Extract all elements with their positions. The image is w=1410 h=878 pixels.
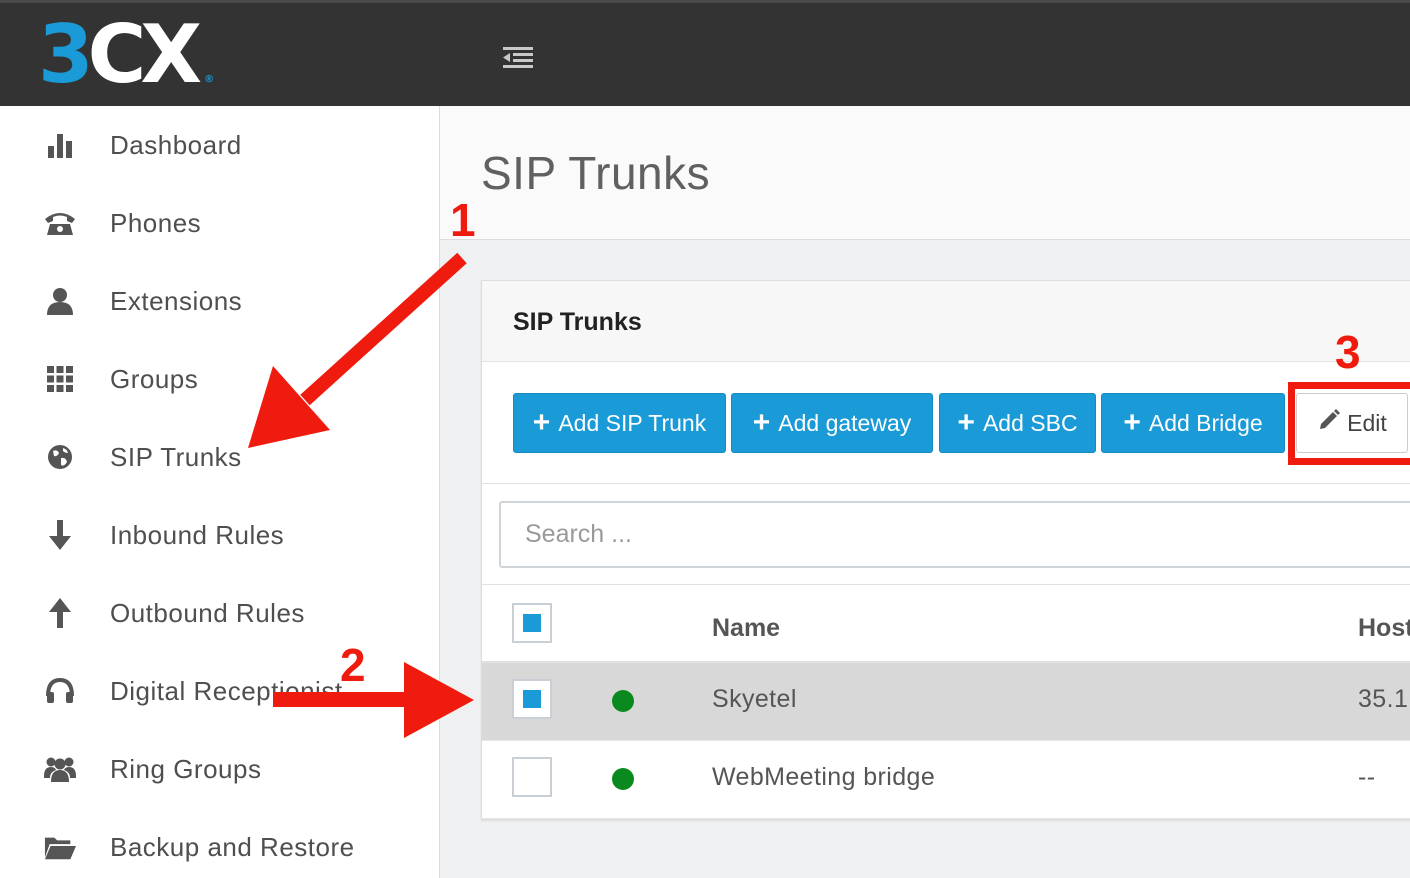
- users-icon: [44, 753, 76, 785]
- sidebar-item-backup-and-restore[interactable]: Backup and Restore: [0, 808, 439, 878]
- plus-icon: +: [752, 406, 771, 439]
- bar-chart-icon: [44, 129, 76, 161]
- sidebar-item-sip-trunks[interactable]: SIP Trunks: [0, 418, 439, 496]
- row-checkbox[interactable]: [512, 757, 552, 797]
- logo-registered-mark: ®: [204, 74, 215, 85]
- globe-icon: [44, 441, 76, 473]
- annotation-label-1: 1: [450, 194, 476, 246]
- plus-icon: +: [1123, 406, 1141, 439]
- add-bridge-button[interactable]: + Add Bridge: [1101, 393, 1285, 453]
- page-header: SIP Trunks: [440, 106, 1410, 240]
- menu-collapse-icon[interactable]: [503, 45, 533, 69]
- panel-title: SIP Trunks: [513, 308, 642, 336]
- column-header-host[interactable]: Host: [1358, 614, 1410, 643]
- panel-heading: SIP Trunks: [482, 281, 1410, 362]
- sidebar-item-label: Backup and Restore: [110, 831, 355, 862]
- search-input[interactable]: [499, 501, 1410, 568]
- top-bar: 3CX ®: [0, 0, 1410, 106]
- column-header-name[interactable]: Name: [712, 614, 780, 643]
- add-sbc-label: Add SBC: [982, 409, 1078, 436]
- sidebar-item-label: Ring Groups: [110, 753, 262, 784]
- sidebar-item-label: Groups: [110, 363, 199, 394]
- sidebar-item-label: Extensions: [110, 285, 243, 316]
- trunk-name: Skyetel: [712, 685, 797, 713]
- main-content: SIP Trunks SIP Trunks + Add SIP Trunk + …: [440, 106, 1410, 878]
- divider: [482, 483, 1410, 484]
- plus-icon: +: [532, 406, 551, 439]
- sidebar-item-label: Outbound Rules: [110, 597, 305, 628]
- annotation-label-3: 3: [1335, 326, 1361, 378]
- sidebar: Dashboard Phones Extensions Groups SIP T…: [0, 106, 440, 878]
- user-icon: [44, 285, 76, 317]
- sidebar-item-dashboard[interactable]: Dashboard: [0, 106, 439, 184]
- page-title: SIP Trunks: [481, 147, 711, 199]
- sidebar-item-label: Inbound Rules: [110, 519, 285, 550]
- logo-number: 3: [38, 8, 94, 101]
- logo-3cx[interactable]: 3CX ®: [38, 15, 214, 120]
- edit-button[interactable]: Edit: [1296, 393, 1408, 453]
- sidebar-item-label: Dashboard: [110, 129, 242, 160]
- table-row[interactable]: Skyetel 35.1: [482, 663, 1410, 741]
- sidebar-item-inbound-rules[interactable]: Inbound Rules: [0, 496, 439, 574]
- row-checkbox[interactable]: [512, 679, 552, 719]
- sidebar-item-outbound-rules[interactable]: Outbound Rules: [0, 574, 439, 652]
- sidebar-item-label: SIP Trunks: [110, 441, 242, 472]
- arrow-up-icon: [44, 597, 76, 629]
- add-sip-trunk-button[interactable]: + Add SIP Trunk: [513, 393, 726, 453]
- select-all-checkbox[interactable]: [512, 603, 552, 643]
- sidebar-item-label: Phones: [110, 207, 202, 238]
- grid-icon: [44, 363, 76, 395]
- sidebar-item-label: Digital Receptionist: [110, 675, 343, 706]
- sidebar-item-phones[interactable]: Phones: [0, 184, 439, 262]
- trunk-host: --: [1358, 763, 1376, 791]
- arrow-down-icon: [44, 519, 76, 551]
- add-bridge-label: Add Bridge: [1148, 409, 1263, 436]
- trunk-name: WebMeeting bridge: [712, 763, 936, 791]
- sidebar-item-extensions[interactable]: Extensions: [0, 262, 439, 340]
- sip-trunks-panel: SIP Trunks + Add SIP Trunk + Add gateway…: [481, 280, 1410, 820]
- status-indicator: [612, 690, 634, 712]
- trunk-host: 35.1: [1358, 685, 1409, 713]
- sidebar-item-groups[interactable]: Groups: [0, 340, 439, 418]
- sidebar-item-digital-receptionist[interactable]: Digital Receptionist: [0, 652, 439, 730]
- headset-icon: [44, 675, 76, 707]
- plus-icon: +: [957, 406, 975, 439]
- table-header: Name Host: [482, 585, 1410, 663]
- annotation-label-2: 2: [340, 639, 366, 691]
- add-gateway-label: Add gateway: [778, 409, 912, 436]
- table-row[interactable]: WebMeeting bridge --: [482, 741, 1410, 819]
- add-sip-trunk-label: Add SIP Trunk: [558, 409, 707, 436]
- add-gateway-button[interactable]: + Add gateway: [731, 393, 933, 453]
- sidebar-item-ring-groups[interactable]: Ring Groups: [0, 730, 439, 808]
- folder-icon: [44, 831, 76, 863]
- logo-text: CX: [87, 8, 202, 101]
- pencil-icon: [1317, 408, 1341, 438]
- edit-label: Edit: [1347, 409, 1387, 436]
- phone-icon: [44, 207, 76, 239]
- status-indicator: [612, 768, 634, 790]
- add-sbc-button[interactable]: + Add SBC: [939, 393, 1096, 453]
